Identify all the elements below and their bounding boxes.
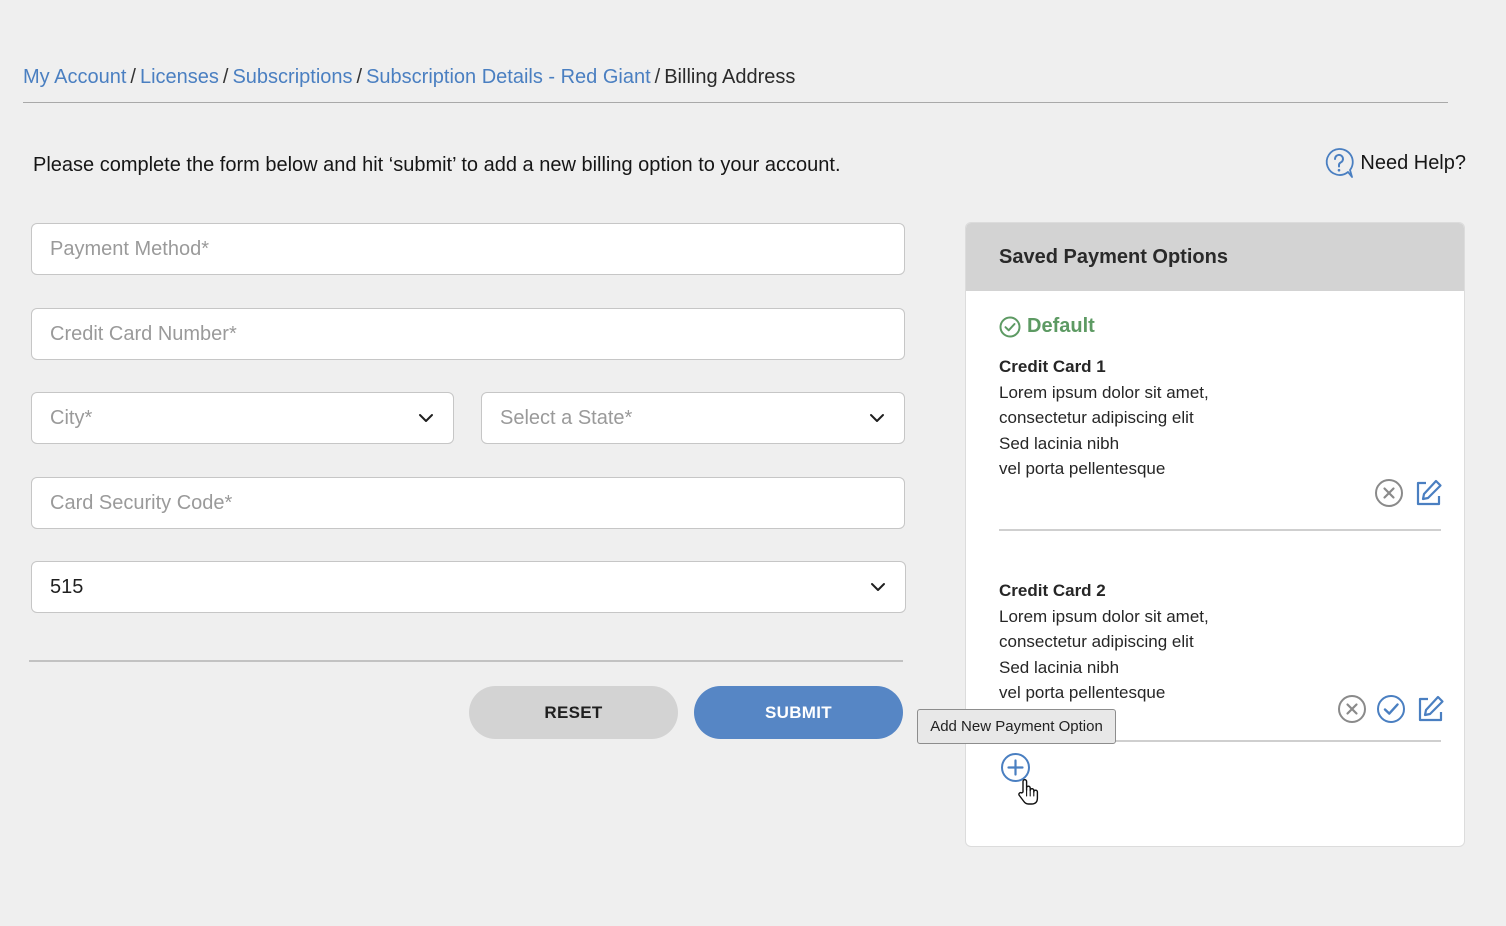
help-link[interactable]: Need Help?: [1324, 147, 1466, 179]
card-line: Lorem ipsum dolor sit amet,: [999, 606, 1209, 626]
card-title: Credit Card 1: [999, 357, 1106, 376]
saved-card-2: Credit Card 2 Lorem ipsum dolor sit amet…: [999, 578, 1209, 706]
remove-circle-icon[interactable]: [1337, 694, 1367, 724]
card-line: Sed lacinia nibh: [999, 433, 1120, 453]
chevron-down-icon: [870, 414, 884, 422]
state-placeholder: Select a State*: [500, 406, 633, 429]
chevron-down-icon: [419, 414, 433, 422]
state-select[interactable]: Select a State*: [481, 392, 905, 444]
help-label: Need Help?: [1360, 151, 1466, 174]
breadcrumb-separator: /: [222, 66, 229, 88]
breadcrumb-separator: /: [654, 66, 661, 88]
card-line: vel porta pellentesque: [999, 459, 1166, 478]
hand-cursor-icon: [1018, 779, 1039, 805]
payment-method-field[interactable]: Payment Method*: [31, 223, 905, 275]
credit-card-number-placeholder: Credit Card Number*: [50, 322, 237, 345]
card-security-code-placeholder: Card Security Code*: [50, 491, 233, 514]
remove-circle-icon[interactable]: [1374, 478, 1404, 508]
saved-payment-options-panel: Saved Payment Options Default Credit Car…: [965, 222, 1465, 847]
submit-button[interactable]: SUBMIT: [694, 686, 903, 739]
breadcrumb-link-licenses[interactable]: Licenses: [140, 66, 219, 88]
card-2-actions: [1337, 694, 1445, 724]
breadcrumb-link-subscriptions[interactable]: Subscriptions: [232, 66, 352, 88]
city-placeholder: City*: [50, 406, 93, 429]
card-line: consectetur adipiscing elit: [999, 632, 1194, 651]
card-line: consectetur adipiscing elit: [999, 408, 1194, 427]
check-circle-icon: [999, 316, 1021, 337]
breadcrumb-separator: /: [130, 66, 136, 88]
card-title: Credit Card 2: [999, 581, 1106, 600]
set-default-check-icon[interactable]: [1376, 694, 1406, 724]
add-payment-tooltip: Add New Payment Option: [917, 709, 1116, 744]
default-badge: Default: [999, 315, 1095, 338]
chevron-down-icon: [871, 583, 885, 591]
area-code-select[interactable]: 515: [31, 561, 906, 613]
city-select[interactable]: City*: [31, 392, 454, 444]
breadcrumb: My Account / Licenses / Subscriptions / Subscr…: [23, 64, 795, 90]
reset-button[interactable]: RESET: [469, 686, 678, 739]
saved-card-1: Credit Card 1 Lorem ipsum dolor sit amet…: [999, 354, 1209, 482]
panel-title: Saved Payment Options: [966, 223, 1464, 291]
card-divider: [999, 529, 1441, 531]
breadcrumb-current: Billing Address: [664, 66, 796, 88]
breadcrumb-separator: /: [356, 66, 363, 88]
breadcrumb-link-subscription-details[interactable]: Subscription Details - Red Giant: [366, 66, 651, 88]
credit-card-number-field[interactable]: Credit Card Number*: [31, 308, 905, 360]
edit-icon[interactable]: [1415, 694, 1445, 724]
breadcrumb-link-my-account[interactable]: My Account: [23, 66, 126, 88]
header-divider: [23, 102, 1448, 103]
form-divider: [29, 660, 903, 662]
card-line: Sed lacinia nibh: [999, 657, 1120, 677]
payment-method-placeholder: Payment Method*: [50, 237, 209, 260]
card-security-code-field[interactable]: Card Security Code*: [31, 477, 905, 529]
card-line: vel porta pellentesque: [999, 683, 1166, 702]
default-label: Default: [1027, 315, 1095, 337]
edit-icon[interactable]: [1413, 478, 1443, 508]
area-code-value: 515: [50, 575, 84, 598]
form-instructions: Please complete the form below and hit ‘…: [33, 154, 841, 176]
card-line: Lorem ipsum dolor sit amet,: [999, 382, 1209, 402]
card-1-actions: [1374, 478, 1443, 508]
question-circle-icon: [1326, 148, 1355, 178]
